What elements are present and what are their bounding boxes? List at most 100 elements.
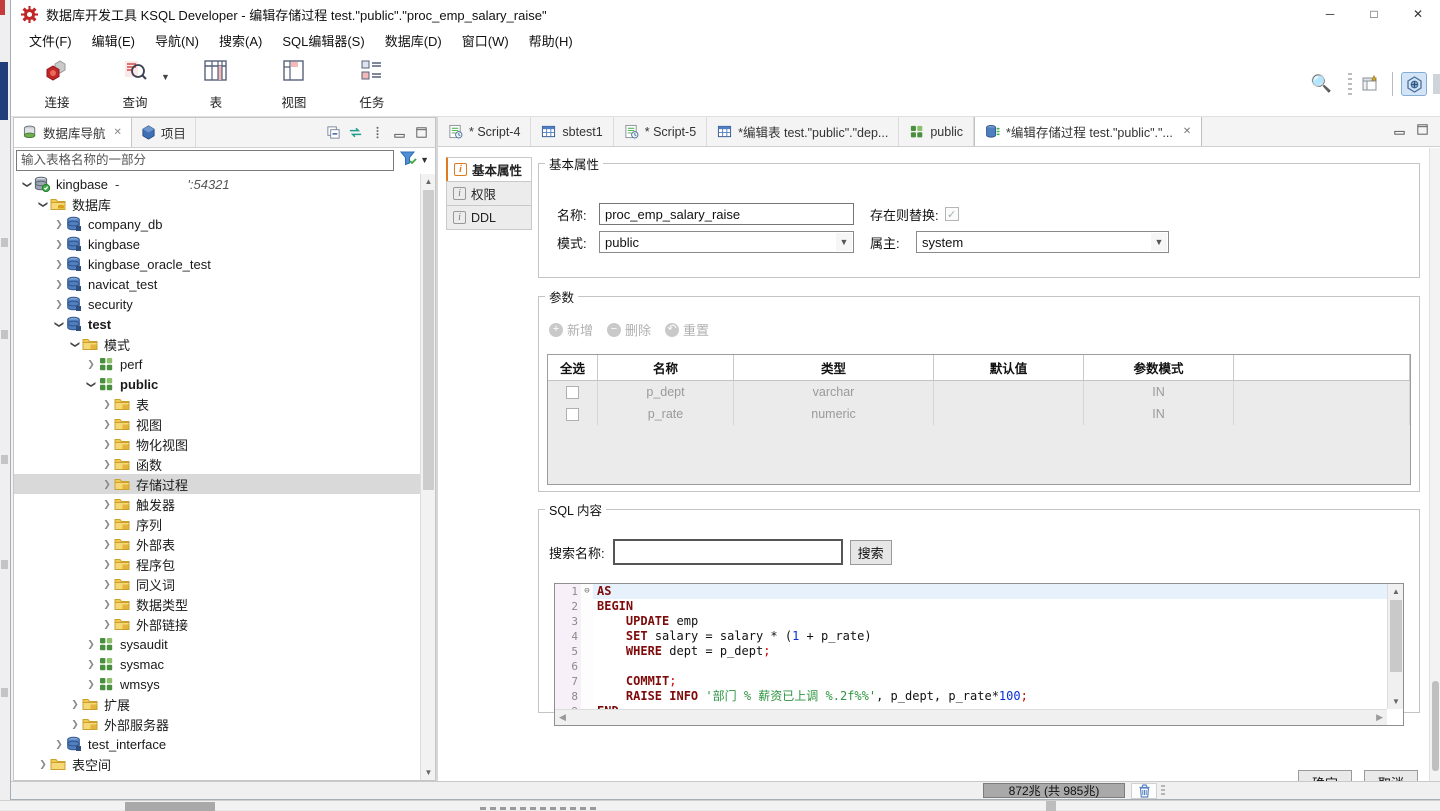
sql-search-button[interactable]: 搜索: [850, 540, 892, 565]
任务-toolbar-button[interactable]: 任务: [340, 57, 404, 111]
连接-toolbar-button[interactable]: 连接: [25, 57, 89, 111]
maximize-editor-icon[interactable]: [1415, 122, 1430, 142]
expand-icon[interactable]: ❯: [100, 619, 114, 630]
expand-icon[interactable]: ❯: [100, 579, 114, 590]
database-perspective-icon[interactable]: [1401, 72, 1427, 96]
expand-icon[interactable]: ❯: [100, 459, 114, 470]
fold-icon[interactable]: ⊖: [581, 584, 593, 599]
expand-icon[interactable]: ❯: [100, 539, 114, 550]
editor-tab[interactable]: *编辑存储过程 test."public"."...✕: [974, 117, 1202, 146]
code-vertical-scrollbar[interactable]: ▲ ▼: [1387, 584, 1403, 709]
table-name-filter-input[interactable]: [16, 150, 394, 171]
scroll-right-icon[interactable]: ▶: [1376, 712, 1383, 723]
sql-code-editor[interactable]: 1⊖AS2BEGIN3 UPDATE emp4 SET salary = sal…: [554, 583, 1404, 726]
tree-item-程序包[interactable]: ❯程序包: [14, 554, 420, 574]
expand-icon[interactable]: ❯: [68, 699, 82, 710]
editor-tab[interactable]: * Script-5: [614, 117, 707, 146]
editor-tab[interactable]: sbtest1: [531, 117, 613, 146]
query-dropdown-icon[interactable]: ▼: [161, 72, 170, 82]
maximize-button[interactable]: □: [1352, 0, 1396, 28]
collapse-icon[interactable]: ❯: [38, 197, 49, 211]
tree-item-perf[interactable]: ❯perf: [14, 354, 420, 374]
schema-select[interactable]: public ▼: [599, 231, 854, 253]
side-tab-DDL[interactable]: iDDL: [446, 205, 532, 230]
close-tab-icon[interactable]: ✕: [1183, 126, 1191, 137]
重置-button[interactable]: ↶重置: [665, 320, 709, 339]
row-checkbox[interactable]: [566, 408, 579, 421]
menu-item[interactable]: 导航(N): [145, 28, 209, 53]
param-row[interactable]: p_ratenumericIN: [548, 403, 1410, 425]
expand-icon[interactable]: ❯: [100, 419, 114, 430]
minimize-button[interactable]: ─: [1308, 0, 1352, 28]
close-button[interactable]: ✕: [1396, 0, 1440, 28]
expand-icon[interactable]: ❯: [100, 499, 114, 510]
tree-item-kingbase[interactable]: ❯kingbase-':54321: [14, 174, 420, 194]
tree-item-数据类型[interactable]: ❯数据类型: [14, 594, 420, 614]
新增-button[interactable]: +新增: [549, 320, 593, 339]
删除-button[interactable]: −删除: [607, 320, 651, 339]
tree-item-视图[interactable]: ❯视图: [14, 414, 420, 434]
expand-icon[interactable]: ❯: [84, 359, 98, 370]
filter-funnel-icon[interactable]: [400, 150, 417, 171]
procedure-name-input[interactable]: [599, 203, 854, 225]
menu-item[interactable]: 搜索(A): [209, 28, 272, 53]
expand-icon[interactable]: ❯: [84, 639, 98, 650]
open-perspective-icon[interactable]: [1358, 72, 1384, 96]
scroll-up-icon[interactable]: ▲: [421, 174, 436, 189]
scroll-up-icon[interactable]: ▲: [1388, 584, 1404, 599]
tree-item-模式[interactable]: ❯模式: [14, 334, 420, 354]
tree-item-company_db[interactable]: ❯company_db: [14, 214, 420, 234]
editor-tab[interactable]: *编辑表 test."public"."dep...: [707, 117, 899, 146]
expand-icon[interactable]: ❯: [52, 259, 66, 270]
tree-item-public[interactable]: ❯public: [14, 374, 420, 394]
scroll-down-icon[interactable]: ▼: [1388, 694, 1404, 709]
collapse-icon[interactable]: ❯: [22, 177, 33, 191]
collapse-icon[interactable]: ❯: [54, 317, 65, 331]
menu-item[interactable]: SQL编辑器(S): [272, 28, 374, 53]
tree-item-物化视图[interactable]: ❯物化视图: [14, 434, 420, 454]
filter-dropdown-icon[interactable]: ▼: [420, 155, 429, 165]
tree-item-序列[interactable]: ❯序列: [14, 514, 420, 534]
editor-tab[interactable]: * Script-4: [438, 117, 531, 146]
menu-item[interactable]: 数据库(D): [375, 28, 452, 53]
expand-icon[interactable]: ❯: [100, 559, 114, 570]
sql-search-input[interactable]: [613, 539, 843, 565]
expand-icon[interactable]: ❯: [84, 679, 98, 690]
menu-item[interactable]: 帮助(H): [519, 28, 583, 53]
tree-item-表[interactable]: ❯表: [14, 394, 420, 414]
owner-select[interactable]: system ▼: [916, 231, 1169, 253]
replace-if-exists-checkbox[interactable]: ✓: [945, 207, 959, 221]
view-menu-icon[interactable]: [370, 125, 385, 140]
tree-item-触发器[interactable]: ❯触发器: [14, 494, 420, 514]
expand-icon[interactable]: ❯: [52, 239, 66, 250]
tree-item-同义词[interactable]: ❯同义词: [14, 574, 420, 594]
menu-item[interactable]: 文件(F): [19, 28, 82, 53]
tree-item-外部表[interactable]: ❯外部表: [14, 534, 420, 554]
查询-toolbar-button[interactable]: 查询: [103, 57, 167, 111]
maximize-pane-icon[interactable]: [414, 125, 429, 140]
tree-item-kingbase[interactable]: ❯kingbase: [14, 234, 420, 254]
tree-item-外部链接[interactable]: ❯外部链接: [14, 614, 420, 634]
code-horizontal-scrollbar[interactable]: ◀ ▶: [555, 709, 1387, 725]
scroll-left-icon[interactable]: ◀: [559, 712, 566, 723]
tree-item-security[interactable]: ❯security: [14, 294, 420, 314]
expand-icon[interactable]: ❯: [52, 279, 66, 290]
scrollbar-thumb[interactable]: [423, 190, 434, 490]
tree-item-存储过程[interactable]: ❯存储过程: [14, 474, 420, 494]
side-tab-权限[interactable]: i权限: [446, 181, 532, 206]
tree-item-扩展[interactable]: ❯扩展: [14, 694, 420, 714]
tree-scrollbar[interactable]: ▲ ▼: [420, 174, 435, 780]
expand-icon[interactable]: ❯: [68, 719, 82, 730]
tree-item-test_interface[interactable]: ❯test_interface: [14, 734, 420, 754]
minimize-editor-icon[interactable]: [1392, 122, 1407, 142]
expand-icon[interactable]: ❯: [100, 519, 114, 530]
expand-icon[interactable]: ❯: [100, 399, 114, 410]
expand-icon[interactable]: ❯: [52, 299, 66, 310]
tree-item-kingbase_oracle_test[interactable]: ❯kingbase_oracle_test: [14, 254, 420, 274]
tree-item-wmsys[interactable]: ❯wmsys: [14, 674, 420, 694]
表-toolbar-button[interactable]: 表: [184, 57, 248, 111]
search-icon[interactable]: 🔍: [1311, 74, 1332, 94]
expand-icon[interactable]: ❯: [36, 759, 50, 770]
minimize-pane-icon[interactable]: [392, 125, 407, 140]
scrollbar-thumb[interactable]: [1432, 681, 1439, 771]
